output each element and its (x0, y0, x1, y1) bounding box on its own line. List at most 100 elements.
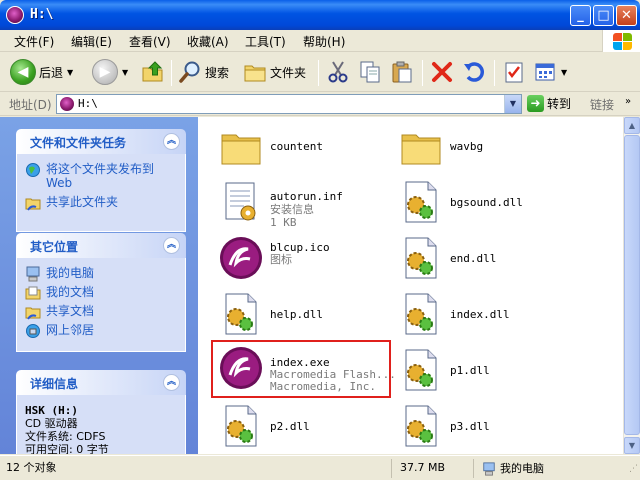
details-header[interactable]: 详细信息 ︽ (16, 370, 186, 395)
up-folder-button[interactable] (141, 57, 165, 87)
scissors-icon (328, 61, 348, 83)
file-item[interactable]: p1.dll (390, 345, 570, 397)
file-item[interactable]: blcup.ico 图标 (210, 233, 390, 285)
task-pane: 文件和文件夹任务 ︽ 将这个文件夹发布到 Web 共享此文件夹 其它位置 ︽ 我… (0, 117, 198, 454)
address-input[interactable]: H:\ ▼ (56, 94, 522, 114)
menu-help[interactable]: 帮助(H) (303, 33, 345, 50)
file-item[interactable]: index.dll (390, 289, 570, 341)
maximize-button[interactable]: □ (593, 5, 614, 26)
undo-button[interactable] (462, 57, 486, 87)
task-publish-web[interactable]: 将这个文件夹发布到 Web (25, 162, 177, 190)
drive-icon (60, 97, 74, 111)
folder-icon (401, 134, 441, 165)
menu-view[interactable]: 查看(V) (129, 33, 171, 50)
file-name: bgsound.dll (450, 196, 523, 209)
file-item[interactable]: end.dll (390, 233, 570, 285)
dll-gear-icon (225, 405, 257, 447)
collapse-chevron-icon[interactable]: ︽ (163, 237, 180, 254)
go-button[interactable]: ➜ 转到 (527, 95, 571, 112)
file-name: index.dll (450, 308, 510, 321)
file-tasks-title: 文件和文件夹任务 (30, 136, 127, 150)
details-drive-type: CD 驱动器 (25, 417, 78, 430)
views-button[interactable]: ▼ (533, 57, 567, 87)
copy-button[interactable] (358, 57, 382, 87)
collapse-chevron-icon[interactable]: ︽ (163, 133, 180, 150)
file-tasks-header[interactable]: 文件和文件夹任务 ︽ (16, 129, 186, 154)
scroll-down-button[interactable]: ▼ (624, 437, 640, 454)
task-label: 共享此文件夹 (46, 195, 119, 209)
window-title: H:\ (30, 7, 54, 22)
address-label: 地址(D) (9, 98, 52, 112)
go-arrow-icon: ➜ (527, 95, 544, 112)
links-chevron-icon[interactable]: » (625, 96, 631, 107)
folders-button[interactable]: 文件夹 (243, 57, 306, 87)
folder-icon (221, 134, 261, 165)
chevron-down-icon[interactable]: ▼ (561, 68, 567, 77)
properties-icon (505, 62, 523, 83)
other-places-header[interactable]: 其它位置 ︽ (16, 233, 186, 258)
toolbar-separator (494, 60, 495, 86)
cut-button[interactable] (326, 57, 350, 87)
chevron-down-icon[interactable]: ▼ (122, 68, 128, 77)
address-dropdown-button[interactable]: ▼ (504, 95, 521, 113)
status-object-count: 12 个对象 (2, 459, 392, 478)
resize-grip-icon[interactable]: ⋰ (629, 464, 638, 474)
undo-icon (464, 62, 484, 82)
links-button[interactable]: 链接 (590, 96, 614, 113)
network-places-icon (25, 323, 41, 338)
menu-bar: 文件(F) 编辑(E) 查看(V) 收藏(A) 工具(T) 帮助(H) (0, 30, 640, 52)
place-my-computer[interactable]: 我的电脑 (25, 266, 177, 282)
dll-gear-icon (405, 293, 437, 335)
address-value: H:\ (78, 97, 98, 110)
views-grid-icon (535, 63, 555, 81)
title-bar[interactable]: H:\ _ □ ✕ (0, 0, 640, 30)
menu-file[interactable]: 文件(F) (14, 33, 54, 50)
my-computer-icon (483, 461, 495, 476)
file-item[interactable]: bgsound.dll (390, 177, 570, 229)
menu-tools[interactable]: 工具(T) (245, 33, 286, 50)
task-share-folder[interactable]: 共享此文件夹 (25, 195, 177, 211)
windows-logo-icon (602, 30, 640, 52)
place-label: 网上邻居 (46, 323, 95, 337)
place-my-documents[interactable]: 我的文档 (25, 285, 177, 300)
menu-edit[interactable]: 编辑(E) (71, 33, 112, 50)
place-label: 我的电脑 (46, 266, 95, 280)
menu-favorites[interactable]: 收藏(A) (187, 33, 229, 50)
publish-web-icon (25, 162, 41, 177)
status-size: 37.7 MB (396, 459, 474, 478)
back-arrow-icon: ◀ (10, 59, 36, 85)
share-folder-icon (25, 195, 41, 211)
place-label: 我的文档 (46, 285, 95, 299)
paste-button[interactable] (390, 57, 414, 87)
file-type: 图标 (270, 253, 292, 266)
minimize-button[interactable]: _ (570, 5, 591, 26)
status-bar: 12 个对象 37.7 MB 我的电脑 ⋰ (0, 455, 640, 480)
file-item[interactable]: help.dll (210, 289, 390, 341)
details-drive-name: HSK (H:) (25, 404, 78, 417)
file-item[interactable]: countent (210, 121, 390, 173)
collapse-chevron-icon[interactable]: ︽ (163, 374, 180, 391)
scroll-thumb[interactable] (624, 135, 640, 435)
forward-button[interactable]: ▶ ▼ (92, 57, 128, 87)
file-item[interactable]: p2.dll (210, 401, 390, 453)
dll-gear-icon (405, 237, 437, 279)
file-view[interactable]: countent wavbg autorun.inf 安装信息 1 KB bgs… (198, 117, 623, 454)
properties-button[interactable] (502, 57, 526, 87)
other-places-panel: 其它位置 ︽ 我的电脑 我的文档 共享文档 网上邻居 (16, 233, 186, 352)
vertical-scrollbar[interactable]: ▲ ▼ (623, 117, 640, 454)
window-app-icon[interactable] (6, 6, 24, 24)
file-name: autorun.inf (270, 190, 343, 203)
place-network[interactable]: 网上邻居 (25, 323, 177, 338)
delete-button[interactable] (430, 57, 454, 87)
chevron-down-icon[interactable]: ▼ (67, 68, 73, 77)
file-item[interactable]: autorun.inf 安装信息 1 KB (210, 177, 390, 229)
search-button[interactable]: 搜索 (178, 57, 229, 87)
close-button[interactable]: ✕ (616, 5, 637, 26)
file-tasks-panel: 文件和文件夹任务 ︽ 将这个文件夹发布到 Web 共享此文件夹 (16, 129, 186, 232)
file-item[interactable]: index.exe Macromedia Flash... Macromedia… (210, 343, 396, 395)
file-item[interactable]: p3.dll (390, 401, 570, 453)
file-item[interactable]: wavbg (390, 121, 570, 173)
place-shared-documents[interactable]: 共享文档 (25, 304, 177, 320)
back-button[interactable]: ◀ 后退 ▼ (10, 57, 73, 87)
scroll-up-button[interactable]: ▲ (624, 117, 640, 134)
